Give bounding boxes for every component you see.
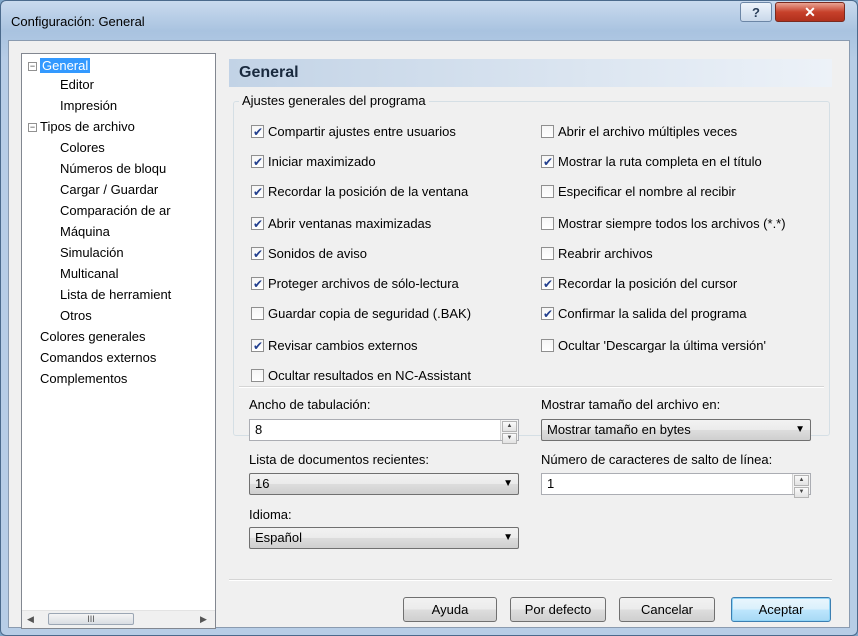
checkbox-checked-icon[interactable] bbox=[251, 337, 264, 355]
tree-item-lista-herramientas[interactable]: Lista de herramient bbox=[60, 286, 171, 304]
checkbox-unchecked-icon[interactable] bbox=[251, 369, 264, 382]
checkbox-unchecked-icon[interactable] bbox=[541, 125, 554, 138]
checkbox-checked-icon[interactable] bbox=[541, 275, 554, 293]
collapse-icon[interactable]: − bbox=[28, 123, 37, 132]
spin-down-icon[interactable]: ▼ bbox=[502, 433, 517, 444]
tree-item-comparacion[interactable]: Comparación de ar bbox=[60, 202, 171, 220]
tree-item-otros[interactable]: Otros bbox=[60, 307, 92, 325]
tree-item-comandos-externos[interactable]: Comandos externos bbox=[40, 349, 156, 367]
checkbox-checked-icon[interactable] bbox=[251, 183, 264, 201]
line-break-label: Número de caracteres de salto de línea: bbox=[541, 452, 773, 467]
tree-item-colores-generales[interactable]: Colores generales bbox=[40, 328, 146, 346]
line-break-value: 1 bbox=[547, 476, 555, 491]
tree-item-impresion[interactable]: Impresión bbox=[60, 97, 117, 115]
checkbox-unchecked-icon[interactable] bbox=[541, 217, 554, 230]
language-value: Español bbox=[255, 530, 302, 545]
language-select[interactable]: Español ▼ bbox=[249, 527, 519, 549]
tab-width-spin[interactable]: ▲ ▼ bbox=[500, 420, 518, 444]
recent-docs-value: 16 bbox=[255, 476, 270, 491]
tree-item-complementos[interactable]: Complementos bbox=[40, 370, 127, 388]
help-title-button[interactable]: ? bbox=[740, 2, 772, 22]
group-separator bbox=[239, 386, 824, 388]
help-button[interactable]: Ayuda bbox=[403, 597, 497, 622]
settings-panel: General Ajustes generales del programa C… bbox=[229, 59, 832, 563]
checkbox-checked-icon[interactable] bbox=[541, 153, 554, 171]
dialog-window: Configuración: General ? ✕ − General Edi… bbox=[0, 0, 858, 636]
collapse-icon[interactable]: − bbox=[28, 62, 37, 71]
accept-button[interactable]: Aceptar bbox=[731, 597, 831, 622]
checkbox-checked-icon[interactable] bbox=[251, 153, 264, 171]
checkbox-checked-icon[interactable] bbox=[251, 275, 264, 293]
file-size-label: Mostrar tamaño del archivo en: bbox=[541, 397, 721, 412]
scroll-thumb[interactable]: III bbox=[48, 613, 134, 625]
tree-item-editor[interactable]: Editor bbox=[60, 76, 94, 94]
spin-up-icon[interactable]: ▲ bbox=[502, 421, 517, 432]
spin-up-icon[interactable]: ▲ bbox=[794, 475, 809, 486]
chevron-down-icon: ▼ bbox=[503, 478, 513, 489]
line-break-stepper[interactable]: 1 ▲ ▼ bbox=[541, 473, 811, 498]
tab-width-value: 8 bbox=[255, 422, 263, 437]
checkbox-checked-icon[interactable] bbox=[251, 245, 264, 263]
default-button[interactable]: Por defecto bbox=[510, 597, 606, 622]
tree-item-tipos-archivo[interactable]: Tipos de archivo bbox=[40, 118, 135, 136]
scroll-right-icon[interactable]: ▶ bbox=[200, 614, 207, 625]
tree-item-colores[interactable]: Colores bbox=[60, 139, 105, 157]
tree-item-numeros-bloque[interactable]: Números de bloqu bbox=[60, 160, 166, 178]
tree-item-maquina[interactable]: Máquina bbox=[60, 223, 110, 241]
file-size-value: Mostrar tamaño en bytes bbox=[547, 422, 691, 437]
line-break-spin[interactable]: ▲ ▼ bbox=[792, 474, 810, 498]
recent-docs-label: Lista de documentos recientes: bbox=[249, 452, 429, 467]
close-icon[interactable]: ✕ bbox=[775, 2, 845, 22]
checkbox-checked-icon[interactable] bbox=[541, 305, 554, 323]
checkbox-unchecked-icon[interactable] bbox=[541, 339, 554, 352]
file-size-select[interactable]: Mostrar tamaño en bytes ▼ bbox=[541, 419, 811, 441]
tab-width-label: Ancho de tabulación: bbox=[249, 397, 371, 412]
checkbox-checked-icon[interactable] bbox=[251, 123, 264, 141]
tree-horizontal-scrollbar[interactable]: ◀ III ▶ bbox=[22, 610, 215, 628]
checkbox-unchecked-icon[interactable] bbox=[541, 247, 554, 260]
group-label: Ajustes generales del programa bbox=[239, 93, 429, 108]
checkbox-unchecked-icon[interactable] bbox=[251, 307, 264, 320]
tree-item-cargar-guardar[interactable]: Cargar / Guardar bbox=[60, 181, 158, 199]
cancel-button[interactable]: Cancelar bbox=[619, 597, 715, 622]
settings-tree[interactable]: − General Editor Impresión − Tipos de ar… bbox=[21, 53, 216, 629]
footer-separator bbox=[229, 579, 832, 581]
chevron-down-icon: ▼ bbox=[503, 532, 513, 543]
tree-item-general[interactable]: General bbox=[40, 57, 91, 75]
checkbox-checked-icon[interactable] bbox=[251, 215, 264, 233]
recent-docs-select[interactable]: 16 ▼ bbox=[249, 473, 519, 495]
tab-width-stepper[interactable]: 8 ▲ ▼ bbox=[249, 419, 519, 444]
checkbox-unchecked-icon[interactable] bbox=[541, 185, 554, 198]
title-bar[interactable]: Configuración: General ? ✕ bbox=[1, 1, 857, 33]
tree-item-simulacion[interactable]: Simulación bbox=[60, 244, 124, 262]
window-title: Configuración: General bbox=[11, 14, 145, 29]
spin-down-icon[interactable]: ▼ bbox=[794, 487, 809, 498]
panel-title: General bbox=[229, 59, 832, 87]
language-label: Idioma: bbox=[249, 507, 292, 522]
scroll-left-icon[interactable]: ◀ bbox=[27, 614, 34, 625]
tree-item-multicanal[interactable]: Multicanal bbox=[60, 265, 119, 283]
chevron-down-icon: ▼ bbox=[795, 424, 805, 435]
